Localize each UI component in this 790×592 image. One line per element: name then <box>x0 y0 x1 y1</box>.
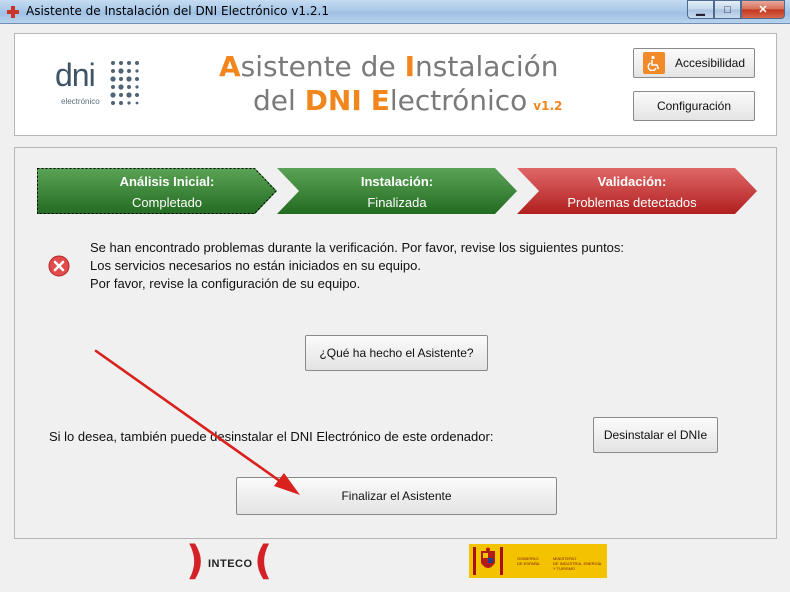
logo-dots-icon <box>110 61 139 105</box>
step-validation: Validación: Problemas detectados <box>517 168 757 214</box>
uninstall-button[interactable]: Desinstalar el DNIe <box>593 417 718 453</box>
window-titlebar: Asistente de Instalación del DNI Electró… <box>0 0 790 24</box>
inteco-word: INTECO <box>208 558 253 570</box>
uninstall-prompt: Si lo desea, también puede desinstalar e… <box>49 429 494 444</box>
ministry-text: MINISTERIO DE INDUSTRIA, ENERGÍA Y TURIS… <box>553 556 602 571</box>
step-status: Problemas detectados <box>567 195 697 210</box>
progress-steps: Análisis Inicial: Completado Instalación… <box>37 168 757 214</box>
title-text: sistente de <box>240 50 405 83</box>
app-title-line1: Asistente de Instalación <box>219 50 599 84</box>
accessibility-button[interactable]: Accesibilidad <box>633 48 755 78</box>
minimize-button[interactable]: ▁ <box>687 0 714 19</box>
configuration-label: Configuración <box>656 99 732 113</box>
government-logo: GOBIERNO DE ESPAÑA MINISTERIO DE INDUSTR… <box>469 544 607 578</box>
window-controls: ▁ □ ✕ <box>687 0 785 19</box>
what-did-assistant-do-button[interactable]: ¿Qué ha hecho el Asistente? <box>305 335 488 371</box>
spain-coat-of-arms-icon <box>473 547 503 575</box>
gov-text: GOBIERNO DE ESPAÑA <box>517 556 540 566</box>
dni-app-icon <box>7 6 19 18</box>
step-installation: Instalación: Finalizada <box>277 168 517 214</box>
app-title: Asistente de Instalación del DNI Electró… <box>219 50 599 123</box>
header-panel: dni electrónico Asistente de Instalación… <box>14 33 777 136</box>
footer: ) INTECO ( GOBIERNO DE ESPAÑA MINISTERIO… <box>0 538 790 592</box>
inteco-bracket-right-icon: ( <box>254 538 273 584</box>
title-initial-i: I <box>404 50 416 83</box>
app-title-line2: del DNI Electrónico v1.2 <box>219 84 599 123</box>
step-text: Análisis Inicial: Completado <box>57 168 277 214</box>
finish-button[interactable]: Finalizar el Asistente <box>236 477 557 515</box>
title-text: nstalación <box>415 50 559 83</box>
step-title: Instalación: <box>360 174 434 189</box>
minimize-icon: ▁ <box>696 4 705 16</box>
finish-label: Finalizar el Asistente <box>341 489 452 503</box>
message-line: Los servicios necesarios no están inicia… <box>90 258 421 273</box>
uninstall-label: Desinstalar el DNIe <box>603 428 708 442</box>
title-text: del <box>253 84 305 117</box>
title-initial-a: A <box>219 50 241 83</box>
main-panel: Análisis Inicial: Completado Instalación… <box>14 147 777 539</box>
accessibility-label: Accesibilidad <box>674 56 746 70</box>
error-icon <box>48 255 70 277</box>
title-initial-e: E <box>370 84 390 117</box>
error-messages: Se han encontrado problemas durante la v… <box>90 239 624 293</box>
configuration-button[interactable]: Configuración <box>633 91 755 121</box>
logo-word: dni <box>55 57 96 93</box>
close-icon: ✕ <box>758 4 768 16</box>
inteco-bracket-left-icon: ) <box>186 538 205 584</box>
title-text: lectrónico <box>389 84 528 117</box>
step-title: Análisis Inicial: <box>119 174 215 189</box>
message-line: Por favor, revise la configuración de su… <box>90 276 361 291</box>
window-title: Asistente de Instalación del DNI Electró… <box>26 4 329 18</box>
what-did-assistant-do-label: ¿Qué ha hecho el Asistente? <box>319 346 474 360</box>
message-line: Se han encontrado problemas durante la v… <box>90 240 625 255</box>
dni-logo: dni electrónico <box>55 57 150 117</box>
step-status: Completado <box>131 195 203 210</box>
step-status: Finalizada <box>367 195 427 210</box>
title-dni: DNI <box>304 84 362 117</box>
version-label: v1.2 <box>533 99 563 113</box>
maximize-icon: □ <box>724 3 731 16</box>
close-button[interactable]: ✕ <box>741 0 785 19</box>
inteco-logo: ) INTECO ( <box>186 538 276 584</box>
step-title: Validación: <box>597 174 667 189</box>
step-initial-analysis: Análisis Inicial: Completado <box>37 168 277 214</box>
step-text: Instalación: Finalizada <box>287 168 507 214</box>
maximize-button[interactable]: □ <box>714 0 741 19</box>
wheelchair-icon <box>642 52 665 74</box>
step-text: Validación: Problemas detectados <box>521 168 743 214</box>
logo-subtitle: electrónico <box>61 97 100 106</box>
title-space <box>362 84 371 117</box>
